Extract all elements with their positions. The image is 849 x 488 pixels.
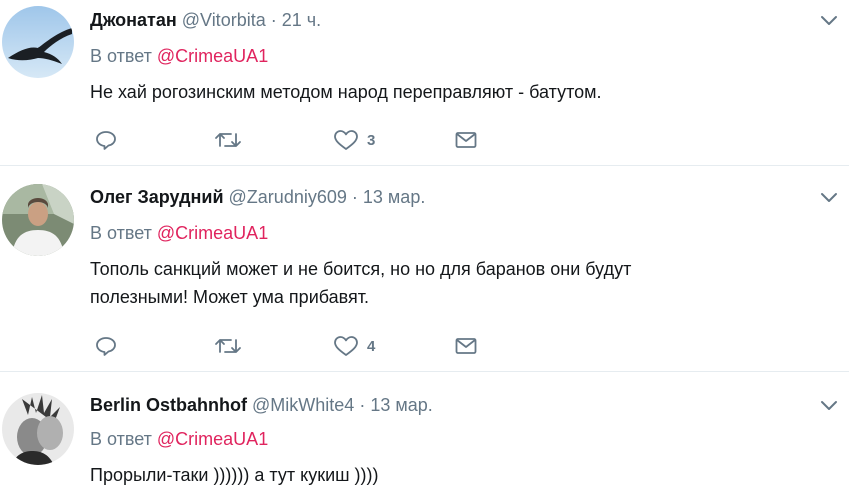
- reply-button[interactable]: [94, 331, 118, 361]
- separator: ·: [351, 187, 358, 207]
- reply-icon: [94, 128, 118, 152]
- timestamp[interactable]: 21 ч.: [282, 10, 321, 30]
- retweet-icon: [214, 334, 242, 358]
- separator: ·: [359, 395, 366, 415]
- reply-icon: [94, 334, 118, 358]
- tweet-actions: 4: [90, 331, 510, 361]
- avatar[interactable]: [2, 6, 74, 78]
- like-count: 4: [367, 337, 376, 355]
- tweet-text: Прорыли-таки )))))) а тут кукиш )))): [90, 465, 379, 485]
- tweet-header: Олег Зарудний @Zarudniy609 · 13 мар.: [90, 186, 425, 208]
- reply-mention-link[interactable]: @CrimeaUA1: [157, 223, 268, 243]
- display-name[interactable]: Олег Зарудний: [90, 187, 224, 207]
- tweet-header: Berlin Ostbahnhof @MikWhite4 · 13 мар.: [90, 394, 433, 416]
- tweet[interactable]: Олег Зарудний @Zarudniy609 · 13 мар. В о…: [0, 166, 849, 371]
- direct-message-button[interactable]: [454, 331, 478, 361]
- reply-button[interactable]: [94, 125, 118, 155]
- heart-icon: [333, 334, 359, 358]
- reply-prefix: В ответ: [90, 46, 152, 66]
- timestamp[interactable]: 13 мар.: [363, 187, 425, 207]
- tweet[interactable]: Berlin Ostbahnhof @MikWhite4 · 13 мар. В…: [0, 372, 849, 488]
- chevron-down-icon[interactable]: [818, 394, 840, 416]
- retweet-button[interactable]: [214, 125, 242, 155]
- reply-prefix: В ответ: [90, 429, 152, 449]
- tweet-header: Джонатан @Vitorbita · 21 ч.: [90, 9, 321, 31]
- display-name[interactable]: Джонатан: [90, 10, 177, 30]
- reply-prefix: В ответ: [90, 223, 152, 243]
- user-handle[interactable]: @MikWhite4: [252, 395, 354, 415]
- tweet-actions: 3: [90, 125, 510, 155]
- tweet-text: Не хай рогозинским методом народ перепра…: [90, 82, 602, 102]
- avatar[interactable]: [2, 393, 74, 465]
- reply-context: В ответ @CrimeaUA1: [90, 45, 268, 67]
- display-name[interactable]: Berlin Ostbahnhof: [90, 395, 247, 415]
- heart-icon: [333, 128, 359, 152]
- user-handle[interactable]: @Zarudniy609: [229, 187, 347, 207]
- retweet-button[interactable]: [214, 331, 242, 361]
- direct-message-button[interactable]: [454, 125, 478, 155]
- tweet[interactable]: Джонатан @Vitorbita · 21 ч. В ответ @Cri…: [0, 0, 849, 165]
- chevron-down-icon[interactable]: [818, 9, 840, 31]
- envelope-icon: [454, 334, 478, 358]
- envelope-icon: [454, 128, 478, 152]
- chevron-down-icon[interactable]: [818, 186, 840, 208]
- user-handle[interactable]: @Vitorbita: [182, 10, 266, 30]
- tweet-text: Тополь санкций может и не боится, но но …: [90, 259, 632, 307]
- reply-mention-link[interactable]: @CrimeaUA1: [157, 429, 268, 449]
- separator: ·: [270, 10, 277, 30]
- like-button[interactable]: 3: [333, 125, 375, 155]
- avatar[interactable]: [2, 184, 74, 256]
- retweet-icon: [214, 128, 242, 152]
- like-button[interactable]: 4: [333, 331, 375, 361]
- reply-mention-link[interactable]: @CrimeaUA1: [157, 46, 268, 66]
- reply-context: В ответ @CrimeaUA1: [90, 222, 268, 244]
- timestamp[interactable]: 13 мар.: [370, 395, 432, 415]
- like-count: 3: [367, 131, 376, 149]
- reply-context: В ответ @CrimeaUA1: [90, 428, 268, 450]
